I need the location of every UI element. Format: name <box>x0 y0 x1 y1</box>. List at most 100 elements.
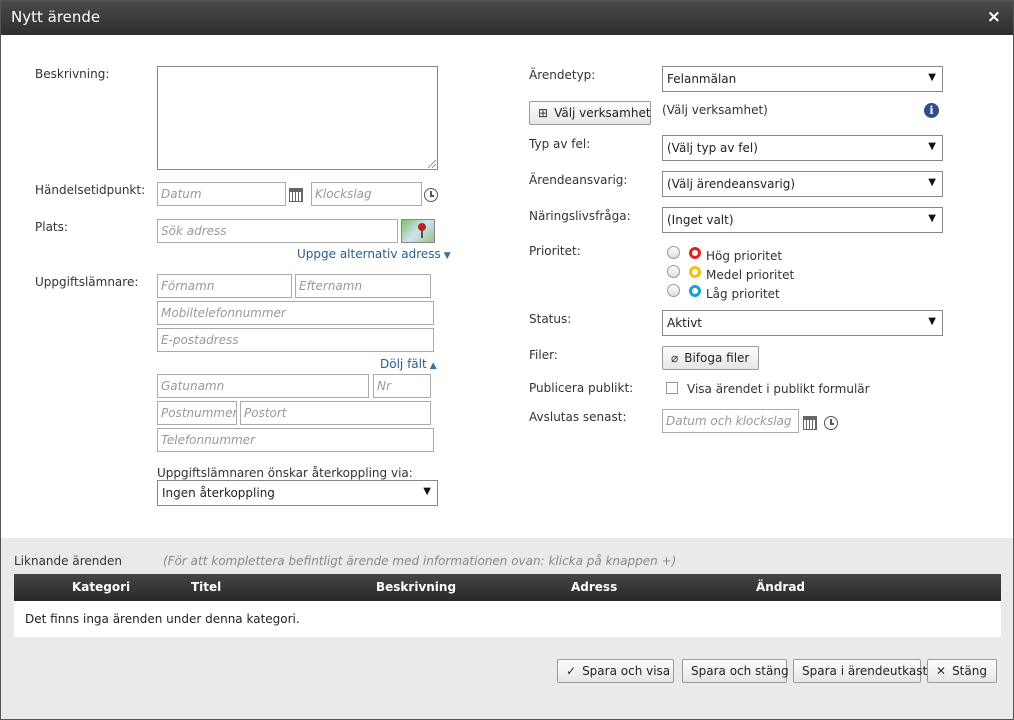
select-business-button-label: Välj verksamhet <box>554 106 651 120</box>
address-search-input[interactable]: Sök adress <box>157 219 398 243</box>
last-name-input[interactable]: Efternamn <box>295 274 431 298</box>
calendar-icon[interactable] <box>289 188 303 202</box>
alt-address-link[interactable]: Uppge alternativ adress ▼ <box>297 247 451 261</box>
fault-type-label: Typ av fel: <box>529 137 591 151</box>
dropdown-arrow-icon: ▼ <box>928 177 936 188</box>
save-draft-button[interactable]: Spara i ärendeutkast <box>793 659 927 683</box>
case-type-value: Felanmälan <box>667 72 737 86</box>
responsible-select[interactable]: (Välj ärendeansvarig) ▼ <box>662 171 943 197</box>
informant-label: Uppgiftslämnare: <box>35 275 139 289</box>
publish-checkbox-label: Visa ärendet i publikt formulär <box>687 382 870 396</box>
place-label: Plats: <box>35 220 68 234</box>
medium-priority-icon <box>689 266 701 278</box>
street-number-input[interactable]: Nr <box>373 374 431 398</box>
mobile-input[interactable]: Mobiltelefonnummer <box>157 301 434 325</box>
street-input[interactable]: Gatunamn <box>157 374 369 398</box>
priority-high-label: Hög prioritet <box>706 249 783 263</box>
save-and-view-button-label: Spara och visa <box>582 664 671 678</box>
resize-grip-icon[interactable] <box>428 160 436 168</box>
business-question-select[interactable]: (Inget valt) ▼ <box>662 207 943 233</box>
case-type-label: Ärendetyp: <box>529 68 596 82</box>
priority-label: Prioritet: <box>529 244 581 258</box>
similar-cases-table-body: Det finns inga ärenden under denna kateg… <box>14 601 1001 637</box>
deadline-input[interactable]: Datum och klockslag <box>662 409 799 433</box>
dialog-title: Nytt ärende <box>11 8 101 26</box>
chevron-down-icon: ▼ <box>443 251 451 261</box>
fault-type-value: (Välj typ av fel) <box>667 141 758 155</box>
priority-high-radio[interactable] <box>667 246 680 259</box>
publish-checkbox[interactable] <box>666 382 678 394</box>
fault-type-select[interactable]: (Välj typ av fel) ▼ <box>662 135 943 161</box>
calendar-icon[interactable] <box>803 416 817 430</box>
postal-code-input[interactable]: Postnummer <box>157 401 237 425</box>
clock-icon[interactable] <box>424 188 438 202</box>
hide-fields-link[interactable]: Dölj fält ▲ <box>380 357 437 371</box>
status-value: Aktivt <box>667 316 703 330</box>
clock-icon[interactable] <box>824 416 838 430</box>
dropdown-arrow-icon: ▼ <box>423 486 431 497</box>
attach-files-button[interactable]: ⌀ Bifoga filer <box>662 346 759 370</box>
status-select[interactable]: Aktivt ▼ <box>662 310 943 336</box>
dropdown-arrow-icon: ▼ <box>928 141 936 152</box>
description-textarea[interactable] <box>157 66 438 170</box>
dropdown-arrow-icon: ▼ <box>928 316 936 327</box>
priority-low-radio[interactable] <box>667 284 680 297</box>
org-tree-icon: ⊞ <box>538 106 549 120</box>
feedback-label: Uppgiftslämnaren önskar återkoppling via… <box>157 466 413 480</box>
column-header-changed[interactable]: Ändrad <box>756 580 805 594</box>
alt-address-link-label: Uppge alternativ adress <box>297 247 441 261</box>
info-icon[interactable]: i <box>924 103 939 118</box>
priority-medium-radio[interactable] <box>667 265 680 278</box>
attach-files-button-label: Bifoga filer <box>684 351 750 365</box>
checkmark-icon: ✓ <box>566 664 577 678</box>
save-and-view-button[interactable]: ✓ Spara och visa <box>557 659 674 683</box>
similar-cases-table-header: Kategori Titel Beskrivning Adress Ändrad <box>14 574 1001 601</box>
close-icon[interactable]: × <box>987 7 1001 27</box>
phone-input[interactable]: Telefonnummer <box>157 428 434 452</box>
description-label: Beskrivning: <box>35 67 110 81</box>
paperclip-icon: ⌀ <box>671 351 679 365</box>
save-and-close-button-label: Spara och stäng <box>691 664 789 678</box>
responsible-label: Ärendeansvarig: <box>529 173 628 187</box>
save-and-close-button[interactable]: Spara och stäng <box>682 659 789 683</box>
postal-town-input[interactable]: Postort <box>240 401 431 425</box>
publish-label: Publicera publikt: <box>529 381 634 395</box>
business-question-label: Näringslivsfråga: <box>529 209 631 223</box>
case-type-select[interactable]: Felanmälan ▼ <box>662 66 943 92</box>
chevron-up-icon: ▲ <box>429 361 437 371</box>
map-pin-stem <box>421 230 423 238</box>
feedback-select-value: Ingen återkoppling <box>162 486 275 500</box>
dropdown-arrow-icon: ▼ <box>928 72 936 83</box>
new-case-dialog: Nytt ärende × Beskrivning: Händelsetidpu… <box>0 0 1014 720</box>
similar-cases-title: Liknande ärenden <box>14 554 122 568</box>
status-label: Status: <box>529 312 572 326</box>
event-date-input[interactable]: Datum <box>157 182 286 206</box>
event-time-input[interactable]: Klockslag <box>311 182 422 206</box>
business-question-value: (Inget valt) <box>667 213 734 227</box>
email-input[interactable]: E-postadress <box>157 328 434 352</box>
similar-cases-hint: (För att komplettera befintligt ärende m… <box>163 554 677 568</box>
select-business-button[interactable]: ⊞ Välj verksamhet <box>529 101 651 125</box>
first-name-input[interactable]: Förnamn <box>157 274 292 298</box>
priority-low-label: Låg prioritet <box>706 287 780 301</box>
close-button-label: Stäng <box>952 664 987 678</box>
column-header-address[interactable]: Adress <box>571 580 617 594</box>
feedback-select[interactable]: Ingen återkoppling ▼ <box>157 480 438 506</box>
hide-fields-link-label: Dölj fält <box>380 357 427 371</box>
select-business-value: (Välj verksamhet) <box>662 103 768 117</box>
column-header-category[interactable]: Kategori <box>72 580 130 594</box>
low-priority-icon <box>689 285 701 297</box>
close-x-icon: ✕ <box>936 664 947 678</box>
empty-table-message: Det finns inga ärenden under denna kateg… <box>25 612 300 626</box>
deadline-label: Avslutas senast: <box>529 410 627 424</box>
save-draft-button-label: Spara i ärendeutkast <box>802 664 928 678</box>
column-header-description[interactable]: Beskrivning <box>376 580 456 594</box>
high-priority-icon <box>689 247 701 259</box>
map-icon[interactable] <box>401 219 435 243</box>
priority-medium-label: Medel prioritet <box>706 268 795 282</box>
dropdown-arrow-icon: ▼ <box>928 213 936 224</box>
files-label: Filer: <box>529 348 558 362</box>
column-header-title[interactable]: Titel <box>191 580 221 594</box>
event-time-label: Händelsetidpunkt: <box>35 183 146 197</box>
close-button[interactable]: ✕ Stäng <box>927 659 997 683</box>
